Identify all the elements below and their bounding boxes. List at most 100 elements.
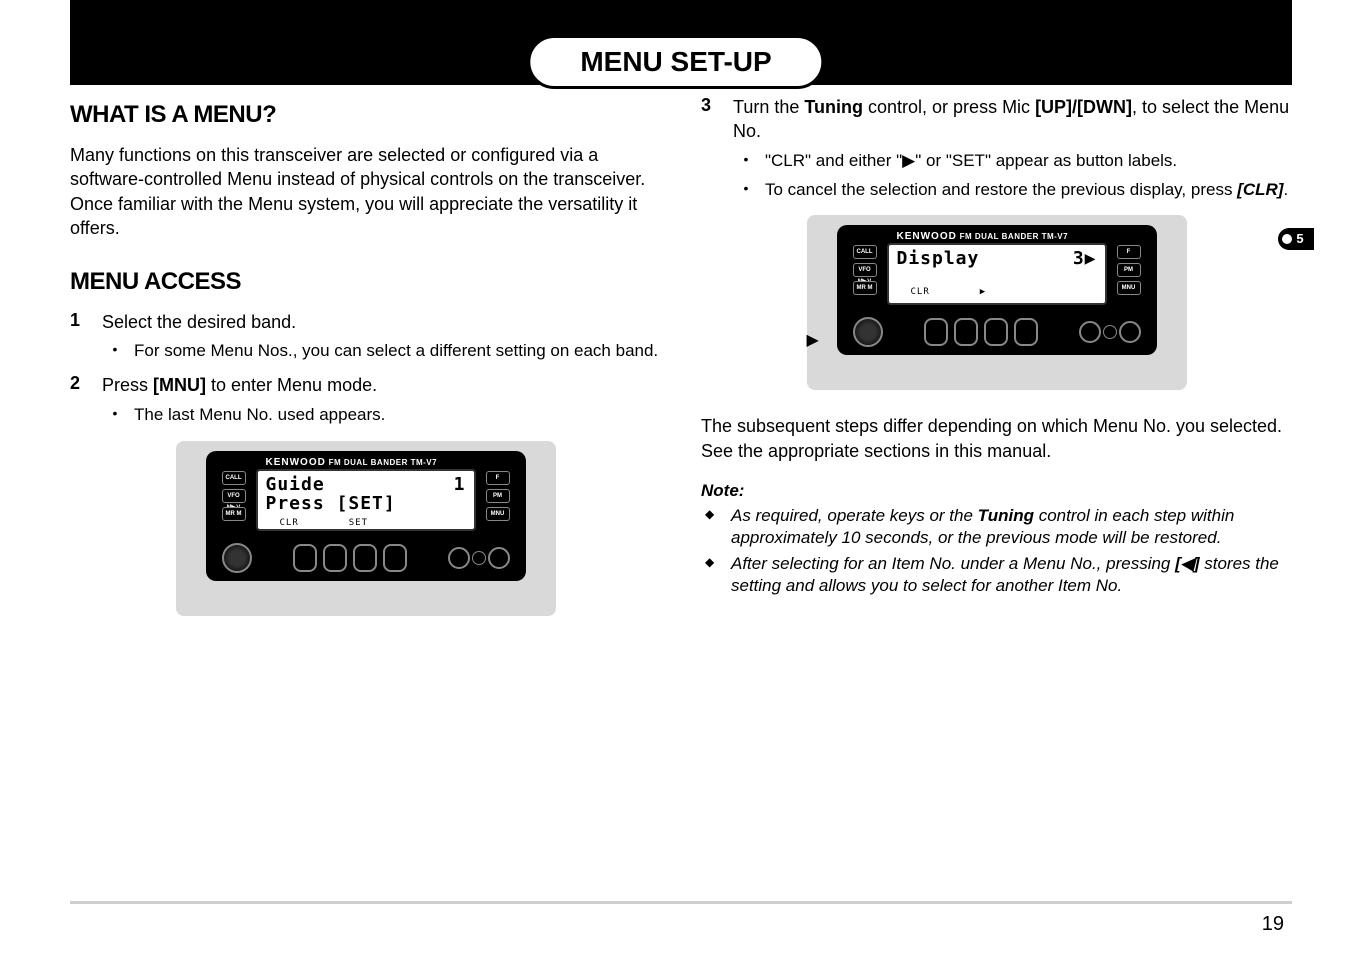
knob-left [222,543,252,573]
step-text-pre: Press [102,375,153,395]
play-pointer-icon: ▶ [807,330,819,350]
mid-buttons [293,544,407,572]
page-title: MENU SET-UP [580,46,771,77]
step-text-pre: Turn the [733,97,804,117]
lcd-set: SET [349,518,368,528]
btn-call: CALL [853,245,877,259]
brand-text: KENWOOD [266,457,326,468]
radio-device: KENWOOD FM DUAL BANDER TM-V7 CALL VFO M▶… [837,225,1157,355]
note-pre: As required, operate keys or the [731,506,978,525]
lcd-right: 3▶ [1073,249,1097,269]
btn-f: F [1117,245,1141,259]
btn-pm: PM [486,489,510,503]
right-column: 3 Turn the Tuning control, or press Mic … [701,95,1292,640]
knob-sql [1119,321,1141,343]
page-number: 19 [1262,913,1284,936]
lcd-line-2: Press [SET] [266,494,466,514]
bullet-icon: • [110,404,120,427]
lcd-spacer [897,269,1097,283]
intro-paragraph: Many functions on this transceiver are s… [70,143,661,240]
tuning-word: Tuning [804,97,863,117]
step-1-bullet: • For some Menu Nos., you can select a d… [110,340,661,363]
diamond-icon: ◆ [705,505,719,549]
knob-pair [1079,321,1141,343]
note-bold: Tuning [978,506,1034,525]
knob-vol [1079,321,1101,343]
knob-row [853,315,1141,349]
lcd-screen: Guide 1 Press [SET] CLR SET [256,469,476,531]
note-2: ◆ After selecting for an Item No. under … [705,553,1292,597]
btn-mr: MR M [222,507,246,521]
key-up-dwn: [UP]/[DWN] [1035,97,1132,117]
step-text-mid: control, or press Mic [863,97,1035,117]
mid-buttons [924,318,1038,346]
mid-btn [293,544,317,572]
key-mnu: [MNU] [153,375,206,395]
btn-pm: PM [1117,263,1141,277]
btn-mnu: MNU [1117,281,1141,295]
btn-vfo: VFO M▶V [222,489,246,503]
key-clr: [CLR] [1237,180,1283,199]
note-heading: Note: [701,481,1292,501]
mid-btn [1014,318,1038,346]
bullet-pre: To cancel the selection and restore the … [765,180,1237,199]
btn-call: CALL [222,471,246,485]
page-title-pill: MENU SET-UP [527,35,824,89]
mid-btn [353,544,377,572]
lcd-line2-text: Press [SET] [266,494,396,514]
step-3-bullet-2: • To cancel the selection and restore th… [741,179,1292,202]
note-text: After selecting for an Item No. under a … [731,553,1292,597]
lcd-line-1: Display 3▶ [897,249,1097,269]
step-text: Select the desired band. [102,312,296,332]
diamond-icon: ◆ [705,553,719,597]
radio-figure-2: ▶ KENWOOD FM DUAL BANDER TM-V7 CALL VFO … [807,215,1187,390]
radio-brand-label: KENWOOD FM DUAL BANDER TM-V7 [897,231,1069,242]
subsequent-paragraph: The subsequent steps differ depending on… [701,414,1292,463]
lcd-clr: CLR [911,287,930,297]
knob-left [853,317,883,347]
lcd-clr: CLR [280,518,299,528]
mid-btn [924,318,948,346]
lcd-set: ▶ [980,287,986,297]
bullet-icon: • [741,150,751,173]
knob-pair [448,547,510,569]
step-number: 3 [701,95,717,201]
radio-device: KENWOOD FM DUAL BANDER TM-V7 CALL VFO M▶… [206,451,526,581]
step-text-post: to enter Menu mode. [206,375,377,395]
lcd-line-1: Guide 1 [266,475,466,495]
content-area: WHAT IS A MENU? Many functions on this t… [70,95,1292,640]
btn-mnu: MNU [486,507,510,521]
left-column: WHAT IS A MENU? Many functions on this t… [70,95,661,640]
lcd-left: Guide [266,475,325,495]
step-3: 3 Turn the Tuning control, or press Mic … [701,95,1292,201]
bullet-icon: • [110,340,120,363]
lcd-bottom-labels: CLR ▶ [897,287,1097,297]
bullet-post: . [1283,180,1288,199]
lcd-left: Display [897,249,980,269]
bullet-text: To cancel the selection and restore the … [765,179,1292,202]
note-text: As required, operate keys or the Tuning … [731,505,1292,549]
heading-menu-access: MENU ACCESS [70,268,661,296]
step-1: 1 Select the desired band. • For some Me… [70,310,661,363]
radio-figure-1: KENWOOD FM DUAL BANDER TM-V7 CALL VFO M▶… [176,441,556,616]
model-text: FM DUAL BANDER TM-V7 [329,458,438,467]
knob-sql [488,547,510,569]
lcd-right: 1 [454,475,466,495]
note-1: ◆ As required, operate keys or the Tunin… [705,505,1292,549]
lcd-bottom-labels: CLR SET [266,518,466,528]
mid-btn [984,318,1008,346]
lcd-screen: Display 3▶ CLR ▶ [887,243,1107,305]
step-3-bullet-1: • "CLR" and either "▶" or "SET" appear a… [741,150,1292,173]
model-text: FM DUAL BANDER TM-V7 [960,232,1069,241]
bullet-text: For some Menu Nos., you can select a dif… [134,340,661,363]
btn-vfo: VFO M▶V [853,263,877,277]
chapter-number: 5 [1296,231,1303,246]
step-body: Press [MNU] to enter Menu mode. • The la… [102,373,661,426]
bullet-text: The last Menu No. used appears. [134,404,661,427]
footer-rule [70,901,1292,904]
step-number: 2 [70,373,86,426]
step-2: 2 Press [MNU] to enter Menu mode. • The … [70,373,661,426]
step-number: 1 [70,310,86,363]
knob-sql-small [1103,325,1117,339]
note-pre: After selecting for an Item No. under a … [731,554,1175,573]
